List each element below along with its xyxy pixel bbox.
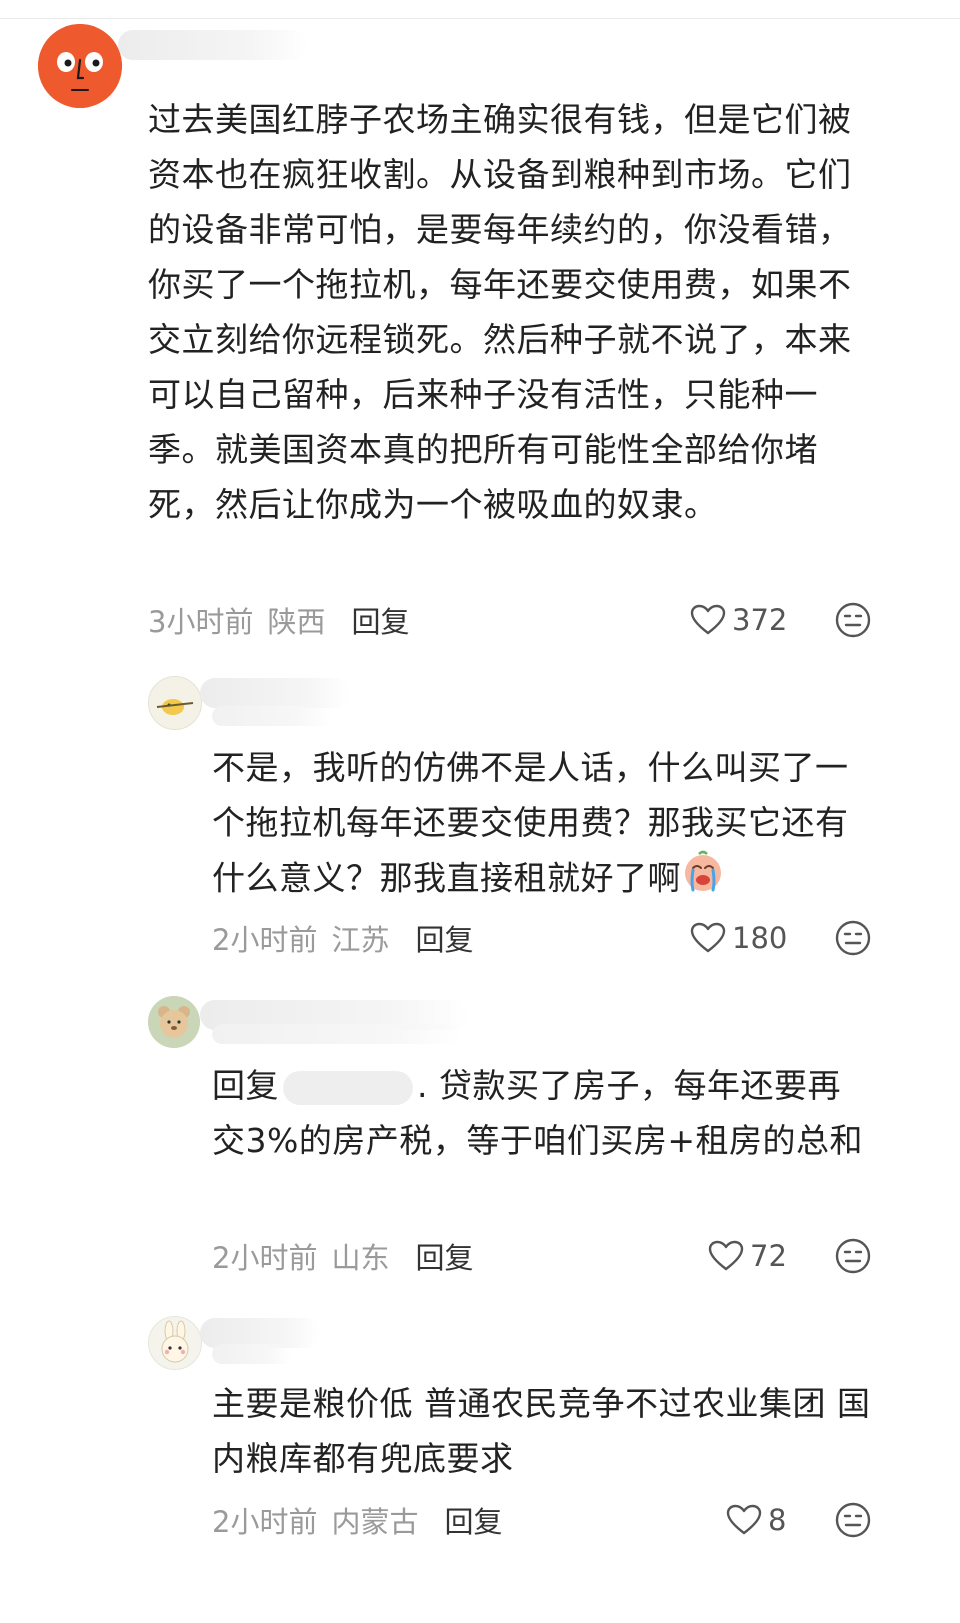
mentioned-user-redacted[interactable]	[283, 1070, 413, 1105]
like-count: 8	[768, 1503, 787, 1537]
heart-icon	[708, 1240, 744, 1271]
heart-icon	[690, 604, 726, 635]
comment-location: 江苏	[331, 923, 390, 957]
emoji-reaction-icon[interactable]	[834, 601, 872, 639]
comment-meta: 2小时前 内蒙古 回复	[212, 1498, 502, 1542]
like-count: 180	[732, 921, 788, 955]
username-redacted	[212, 706, 332, 726]
username-redacted	[200, 678, 350, 708]
chick-avatar-icon	[149, 677, 201, 729]
reply-button[interactable]: 回复	[351, 599, 409, 641]
comment-text: 不是，我听的仿佛不是人话，什么叫买了一个拖拉机每年还要交使用费？那我买它还有什么…	[212, 740, 872, 910]
bunny-avatar-icon	[149, 1317, 201, 1369]
like-count: 372	[732, 603, 788, 637]
username-redacted	[118, 30, 308, 60]
comment-time: 2小时前	[212, 1241, 318, 1275]
username-redacted	[212, 1024, 462, 1044]
comment-meta: 3小时前 陕西 回复	[148, 598, 409, 642]
cartoon-face-icon	[38, 24, 122, 108]
comment-time: 2小时前	[212, 1505, 318, 1539]
comment-text: 主要是粮价低 普通农民竞争不过农业集团 国内粮库都有兜底要求	[212, 1384, 871, 1478]
avatar[interactable]	[148, 996, 200, 1048]
avatar[interactable]	[148, 676, 202, 730]
like-button[interactable]: 180	[690, 916, 787, 960]
username-redacted	[212, 1344, 292, 1364]
like-button[interactable]: 372	[690, 598, 787, 642]
heart-icon	[690, 922, 726, 953]
comment-time: 3小时前	[148, 605, 254, 639]
emoji-reaction-icon[interactable]	[834, 919, 872, 957]
comment-meta: 2小时前 江苏 回复	[212, 916, 473, 960]
comment-meta: 2小时前 山东 回复	[212, 1234, 473, 1278]
heart-icon	[726, 1504, 762, 1535]
comment-text: 回复. 贷款买了房子，每年还要再交3%的房产税，等于咱们买房+租房的总和	[212, 1058, 872, 1168]
emoji-reaction-icon[interactable]	[834, 1237, 872, 1275]
like-button[interactable]: 72	[708, 1234, 787, 1278]
comment-time: 2小时前	[212, 923, 318, 957]
emoji-reaction-icon[interactable]	[834, 1501, 872, 1539]
comment-location: 陕西	[267, 605, 326, 639]
like-button[interactable]: 8	[726, 1498, 786, 1542]
comment-location: 山东	[331, 1241, 390, 1275]
avatar[interactable]	[38, 24, 122, 108]
comment-location: 内蒙古	[331, 1505, 419, 1539]
reply-button[interactable]: 回复	[415, 917, 473, 959]
top-divider	[0, 18, 960, 19]
bear-avatar-icon	[148, 996, 200, 1048]
reply-prefix: 回复	[212, 1066, 279, 1105]
like-count: 72	[750, 1239, 787, 1273]
crying-emoji-icon	[681, 850, 725, 910]
avatar[interactable]	[148, 1316, 202, 1370]
comment-text-content: 不是，我听的仿佛不是人话，什么叫买了一个拖拉机每年还要交使用费？那我买它还有什么…	[212, 748, 849, 898]
reply-button[interactable]: 回复	[415, 1235, 473, 1277]
comment-text: 过去美国红脖子农场主确实很有钱，但是它们被资本也在疯狂收割。从设备到粮种到市场。…	[148, 100, 852, 524]
reply-button[interactable]: 回复	[444, 1499, 502, 1541]
